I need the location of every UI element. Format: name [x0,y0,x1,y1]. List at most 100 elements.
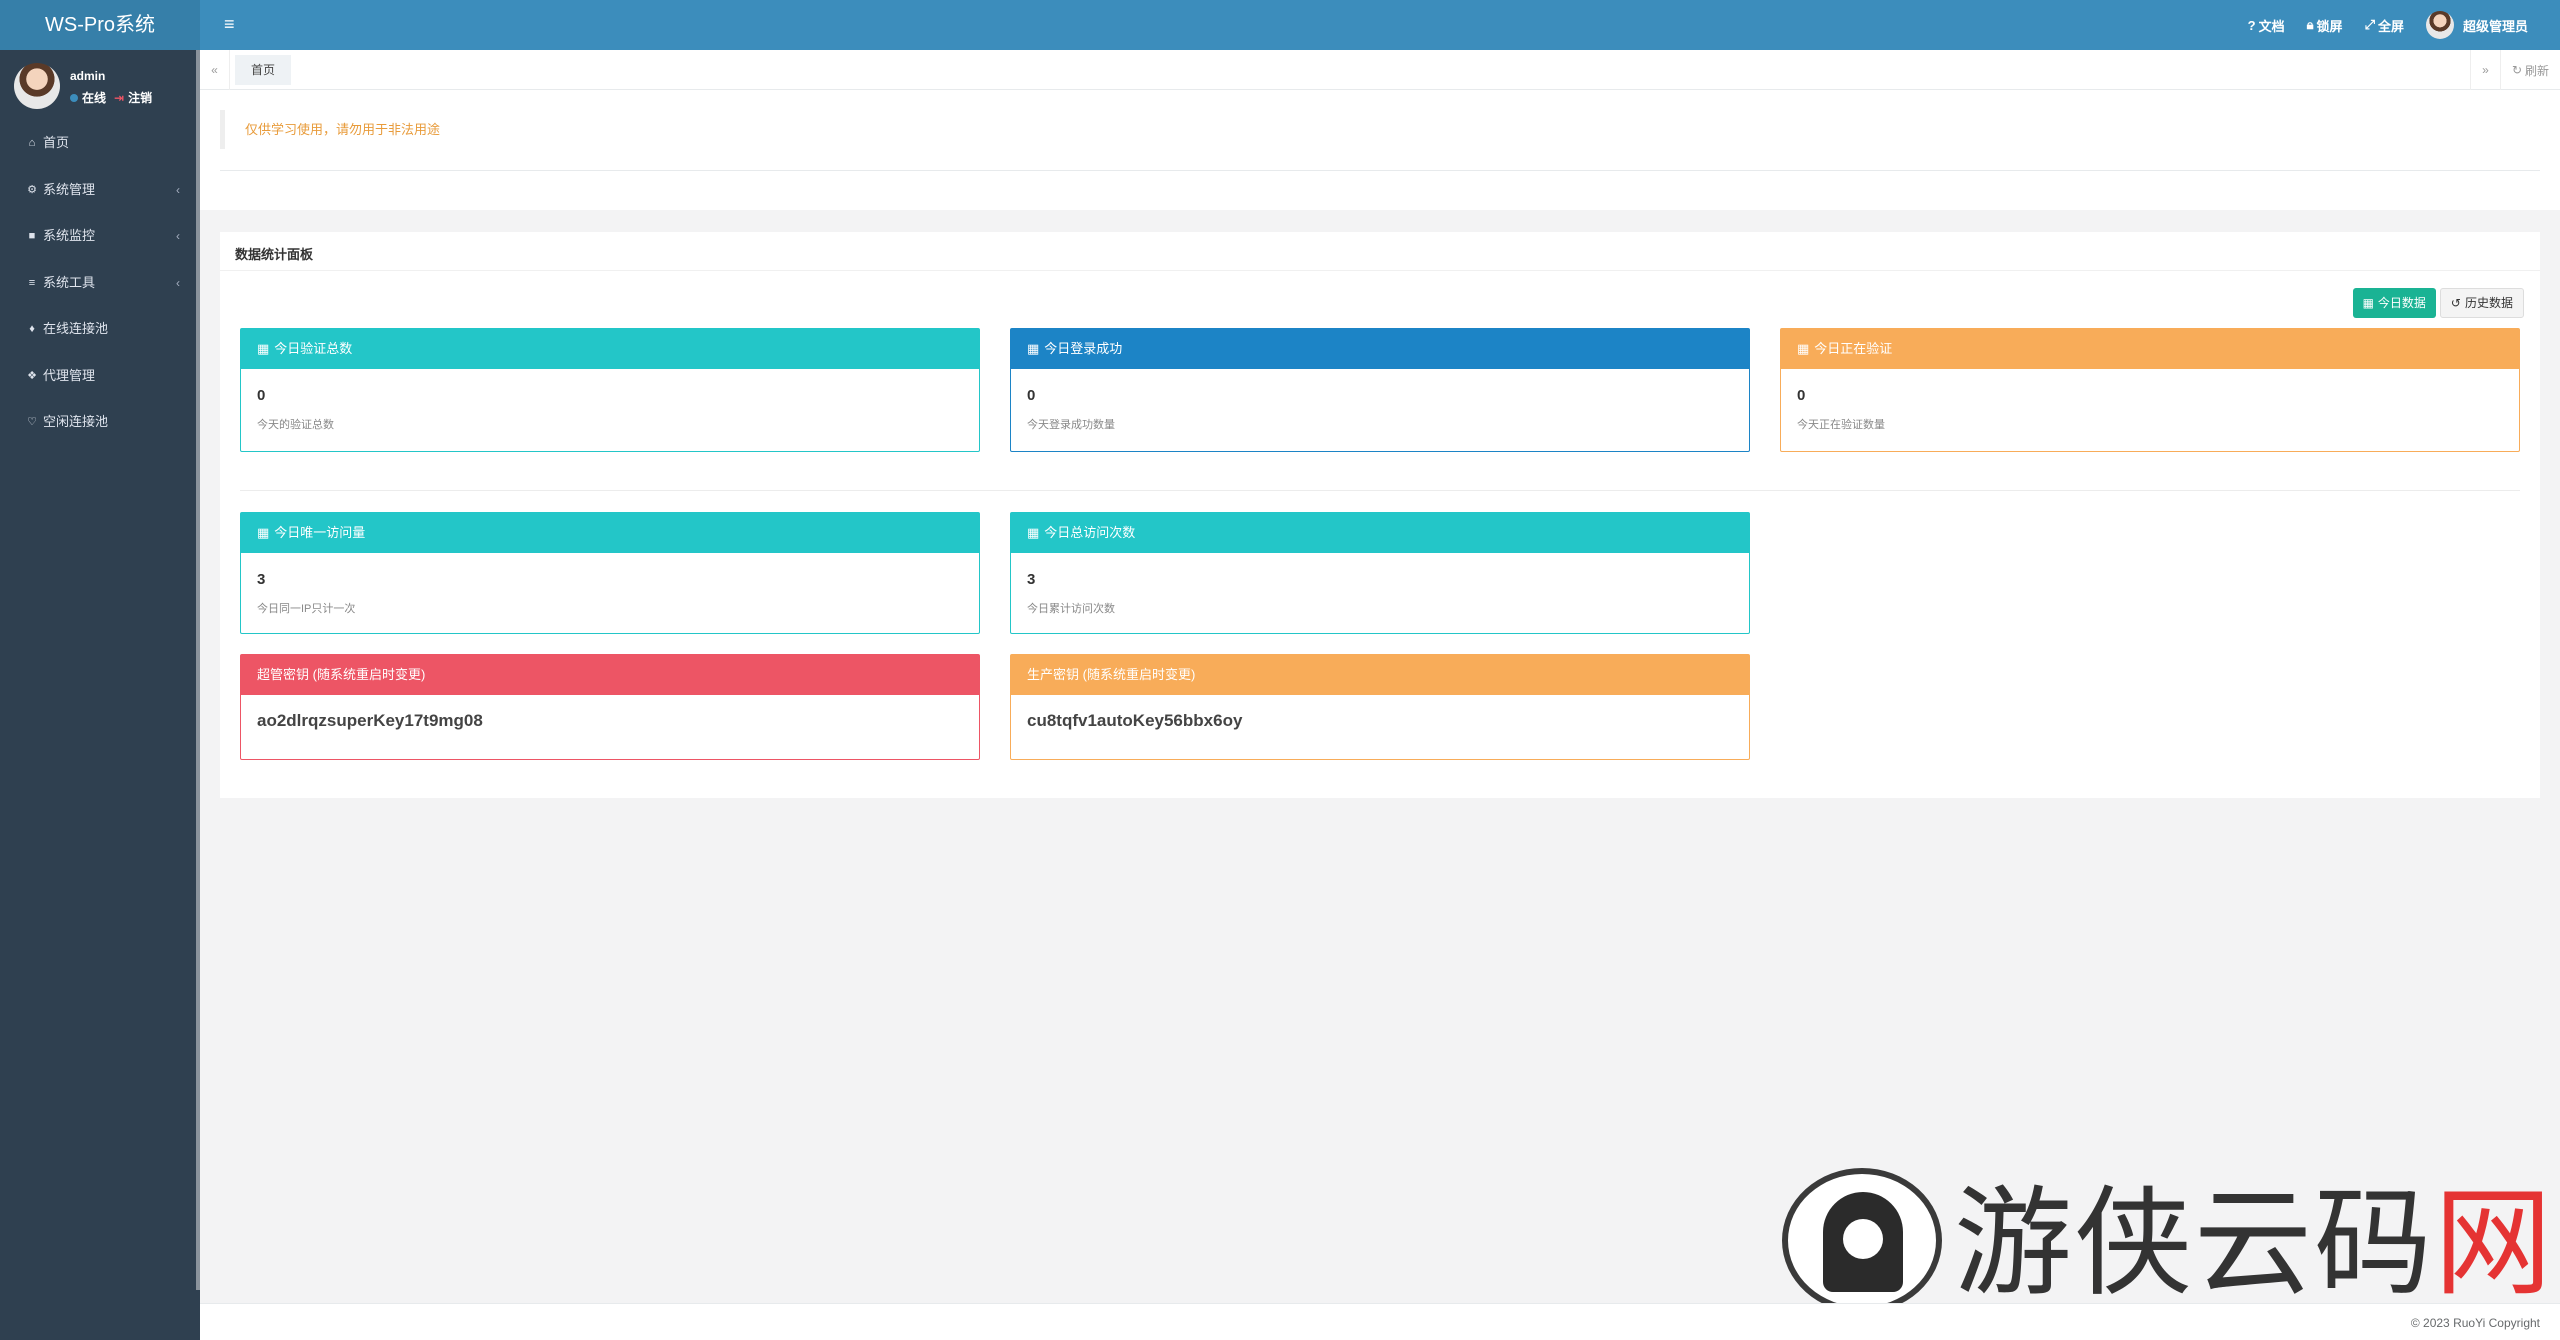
stats-panel: 数据统计面板 ▦ 今日数据 ↺ 历史数据 ▦ 今日验证总数 0 今天的验证总数 ▦ 今日… [220,232,2540,798]
panel-title: 数据统计面板 [235,247,314,262]
topbar-actions: ? 文档 🔒︎ 锁屏 ⤢ 全屏 超级管理员 [2248,0,2560,50]
card-description: 今天正在验证数量 [1797,419,1885,431]
notice-section: 仅供学习使用，请勿用于非法用途 [200,90,2560,210]
calendar-icon: ▦ [257,341,270,356]
super-key-value: ao2dlrqzsuperKey17t9mg08 [257,711,483,730]
copyright: © 2023 RuoYi Copyright [2410,1316,2540,1330]
sidebar-item-proxy-management[interactable]: ❖ 代理管理 [0,353,200,400]
fullscreen-button[interactable]: ⤢ 全屏 [2365,16,2404,35]
sidebar-item-online-pool[interactable]: ♦ 在线连接池 [0,306,200,353]
card-body: 0 今天的验证总数 [241,369,979,446]
data-toggle-group: ▦ 今日数据 ↺ 历史数据 [2352,288,2524,318]
card-header: ▦ 今日唯一访问量 [241,513,979,553]
bars-icon: ≡ [28,276,36,289]
card-value: 0 [1797,387,1806,404]
stat-card-total-verify: ▦ 今日验证总数 0 今天的验证总数 [240,328,980,452]
divider [240,490,2520,491]
chevron-left-icon: ‹ [176,275,180,290]
chevron-left-icon: ‹ [176,182,180,197]
sidebar-item-idle-pool[interactable]: ♡ 空闲连接池 [0,399,200,446]
card-header: ▦ 今日总访问次数 [1011,513,1749,553]
gear-icon: ⚙ [27,183,37,196]
card-description: 今日累计访问次数 [1027,603,1115,615]
lock-screen-button[interactable]: 🔒︎ 锁屏 [2307,16,2343,35]
card-value: 3 [257,571,266,588]
chevron-left-icon: ‹ [176,229,180,243]
expand-icon: ⤢ [2364,17,2375,32]
tab-scroll-left-icon[interactable]: « [200,50,230,90]
card-value: 3 [1027,571,1036,588]
sidebar-item-home[interactable]: ⌂ 首页 [0,120,200,167]
stat-card-total-visits: ▦ 今日总访问次数 3 今日累计访问次数 [1010,512,1750,634]
card-body: 0 今天正在验证数量 [1781,369,2519,446]
admin-menu[interactable]: 超级管理员 [2425,11,2528,39]
card-description: 今日同一IP只计一次 [257,603,356,615]
calendar-icon: ▦ [1027,525,1040,540]
heart-icon: ♡ [27,416,37,428]
stat-card-login-success: ▦ 今日登录成功 0 今天登录成功数量 [1010,328,1750,452]
calendar-icon: ▦ [2362,296,2374,310]
sidebar-item-system-tools[interactable]: ≡ 系统工具 ‹ [0,260,200,307]
notice-text: 仅供学习使用，请勿用于非法用途 [220,110,2540,149]
footer: © 2023 RuoYi Copyright [200,1303,2560,1340]
watermark: 游侠云码网 [1782,1168,2552,1318]
home-icon: ⌂ [28,137,36,149]
stat-card-verifying: ▦ 今日正在验证 0 今天正在验证数量 [1780,328,2520,452]
topbar: ≡ ? 文档 🔒︎ 锁屏 ⤢ 全屏 超级管理员 [200,0,2560,50]
key-card-super: 超管密钥 (随系统重启时变更) ao2dlrqzsuperKey17t9mg08 [240,654,980,760]
card-body: ao2dlrqzsuperKey17t9mg08 [241,695,979,745]
sidebar-item-system-monitor[interactable]: ■ 系统监控 ‹ [0,213,200,260]
diamond-icon: ♦ [29,323,35,335]
card-value: 0 [1027,387,1036,404]
history-icon: ↺ [2450,296,2461,310]
lock-icon: 🔒︎ [2306,17,2314,32]
card-header: ▦ 今日验证总数 [241,329,979,369]
card-value: 0 [257,387,266,404]
watermark-text: 游侠云码网 [1954,1174,2555,1312]
docs-button[interactable]: ? 文档 [2248,16,2285,35]
admin-avatar [2425,11,2454,39]
card-description: 今天登录成功数量 [1027,419,1115,431]
refresh-button[interactable]: ↻ 刷新 [2500,50,2560,90]
refresh-icon: ↻ [2511,63,2523,77]
today-data-button[interactable]: ▦ 今日数据 [2352,288,2436,318]
sidebar-scrollbar[interactable] [196,50,200,1290]
user-name: admin [70,69,106,83]
production-key-value: cu8tqfv1autoKey56bbx6oy [1027,711,1243,730]
stat-card-unique-visits: ▦ 今日唯一访问量 3 今日同一IP只计一次 [240,512,980,634]
divider [220,270,2540,271]
calendar-icon: ▦ [1027,341,1040,356]
video-camera-icon: ■ [28,230,36,242]
hacker-logo-icon [1782,1168,1942,1313]
user-panel: admin 在线 ⇥ 注销 [0,50,200,120]
online-dot-icon [70,94,78,102]
tab-scroll-right-icon[interactable]: » [2470,50,2500,90]
user-status: 在线 ⇥ 注销 [70,89,152,106]
card-header: ▦ 今日登录成功 [1011,329,1749,369]
divider [220,170,2540,171]
card-header: 生产密钥 (随系统重启时变更) [1011,655,1749,695]
sidebar: WS-Pro系统 admin 在线 ⇥ 注销 ⌂ 首页 ⚙ 系统管理 ‹ ■ 系统监控 ‹ … [0,0,200,1340]
online-status: 在线 [70,89,106,106]
question-circle-icon: ? [2247,17,2256,33]
card-body: cu8tqfv1autoKey56bbx6oy [1011,695,1749,745]
sign-out-icon: ⇥ [114,91,125,105]
card-body: 3 今日同一IP只计一次 [241,553,979,630]
tab-home[interactable]: 首页 [235,55,292,85]
menu-toggle-icon[interactable]: ≡ [224,14,235,35]
history-data-button[interactable]: ↺ 历史数据 [2439,288,2524,318]
card-header: 超管密钥 (随系统重启时变更) [241,655,979,695]
app-logo[interactable]: WS-Pro系统 [0,0,200,50]
calendar-icon: ▦ [1797,341,1810,356]
user-avatar[interactable] [14,63,60,109]
tab-bar: « 首页 » ↻ 刷新 [200,50,2560,90]
sidebar-item-system-management[interactable]: ⚙ 系统管理 ‹ [0,167,200,214]
calendar-icon: ▦ [257,525,270,540]
card-body: 0 今天登录成功数量 [1011,369,1749,446]
card-header: ▦ 今日正在验证 [1781,329,2519,369]
card-body: 3 今日累计访问次数 [1011,553,1749,630]
key-card-production: 生产密钥 (随系统重启时变更) cu8tqfv1autoKey56bbx6oy [1010,654,1750,760]
paw-icon: ❖ [27,369,37,382]
card-description: 今天的验证总数 [257,419,334,431]
logout-link[interactable]: ⇥ 注销 [114,89,152,106]
